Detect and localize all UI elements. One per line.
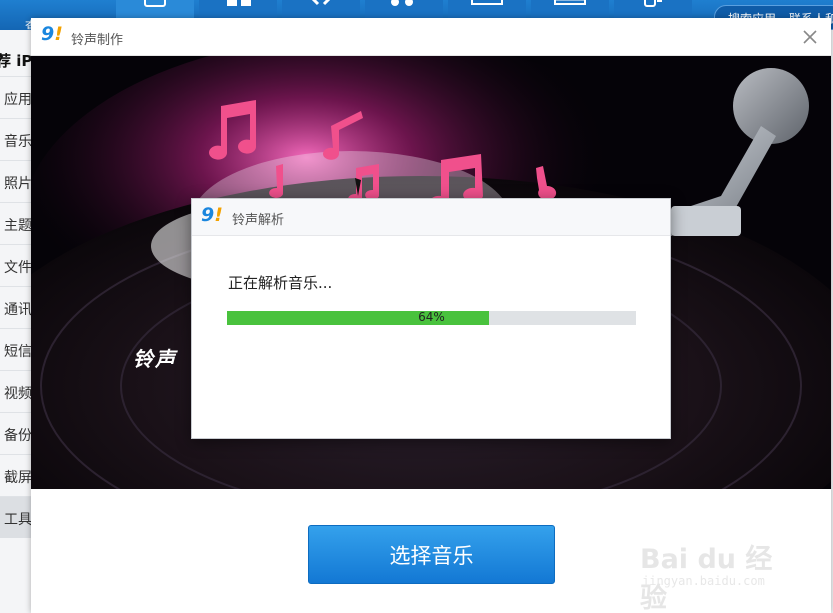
sidebar-item-label: 主题 (4, 218, 32, 234)
ringtone-analysis-dialog: 9! 铃声解析 正在解析音乐... 64% (191, 198, 671, 439)
pp-assistant-logo-icon: 9! (41, 23, 63, 45)
sidebar-brand: 荐 iPh (0, 52, 33, 70)
pp-assistant-logo-icon: 9! (201, 204, 223, 226)
photo-icon (471, 0, 503, 5)
app-sidebar: 荐 iPh 应用 音乐 照片 主题 文件 通讯 短信 视频 备份 截屏 工具 (0, 30, 33, 613)
dialog-titlebar: 9! 铃声解析 (192, 199, 670, 236)
film-icon (554, 0, 586, 5)
sidebar-item-label: 视频 (4, 386, 32, 402)
sidebar-item-label: 应用 (4, 92, 32, 108)
close-icon[interactable] (799, 26, 821, 48)
sidebar-item-label: 照片 (4, 176, 32, 192)
window-title: 铃声制作 (71, 33, 124, 48)
apps-icon (227, 0, 251, 6)
sidebar-item-label: 截屏 (4, 470, 32, 486)
sidebar-item-tools[interactable]: 工具 (0, 496, 33, 538)
sidebar-item-photos[interactable]: 照片 (0, 160, 33, 202)
sidebar-item-screenshot[interactable]: 截屏 (0, 454, 33, 496)
select-music-button[interactable]: 选择音乐 (308, 525, 555, 584)
sidebar-item-label: 工具 (4, 512, 32, 528)
progress-percent-label: 64% (418, 310, 445, 324)
music-icon (391, 0, 413, 6)
sidebar-item-label: 通讯 (4, 302, 32, 318)
sidebar-item-backup[interactable]: 备份 (0, 412, 33, 454)
tablet-icon (144, 0, 166, 7)
analysis-progress-bar: 64% (227, 310, 636, 325)
dialog-title: 铃声解析 (232, 213, 285, 228)
phone-icon (644, 0, 662, 7)
sidebar-item-files[interactable]: 文件 (0, 244, 33, 286)
sidebar-item-contacts[interactable]: 通讯 (0, 286, 33, 328)
analysis-status-text: 正在解析音乐... (228, 274, 333, 292)
sidebar-item-label: 音乐 (4, 134, 32, 150)
sidebar-item-themes[interactable]: 主题 (0, 202, 33, 244)
sidebar-item-video[interactable]: 视频 (0, 370, 33, 412)
baidu-jingyan-watermark: Bai du 经验 jingyan.baidu.com (640, 522, 790, 613)
sidebar-item-sms[interactable]: 短信 (0, 328, 33, 370)
sidebar-item-label: 备份 (4, 428, 32, 444)
sidebar-item-label: 短信 (4, 344, 32, 360)
sidebar-item-label: 文件 (4, 260, 32, 276)
tools-icon (311, 0, 331, 6)
hero-ringtone-text: 铃声 (133, 347, 177, 371)
sidebar-item-music[interactable]: 音乐 (0, 118, 33, 160)
window-titlebar: 9! 铃声制作 (31, 18, 831, 56)
watermark-url: jingyan.baidu.com (642, 574, 765, 588)
sidebar-item-apps[interactable]: 应用 (0, 76, 33, 118)
